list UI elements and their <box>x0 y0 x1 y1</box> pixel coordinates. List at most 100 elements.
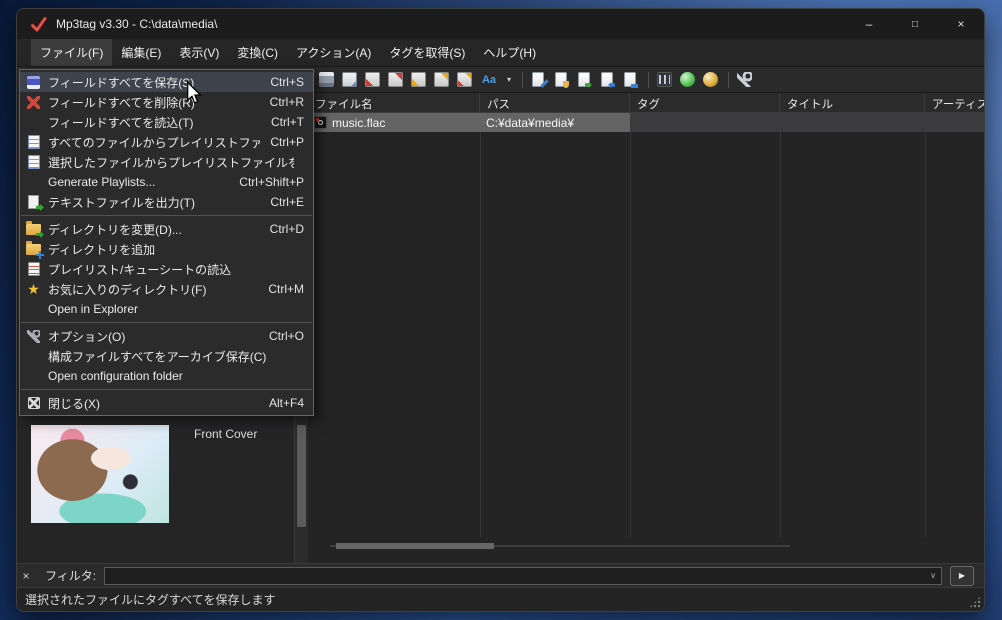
menu-separator <box>21 215 312 216</box>
menu-item-open-in-explorer[interactable]: Open in Explorer <box>20 299 313 319</box>
extended-tags-icon[interactable] <box>654 70 674 90</box>
menu-item-label: オプション(O) <box>48 329 126 344</box>
cell-tag <box>630 113 780 132</box>
menubar-view[interactable]: 表示(V) <box>170 39 228 66</box>
toolbar-separator <box>728 71 729 88</box>
printer-icon[interactable] <box>316 70 336 90</box>
menu-item-load-playlist-cuesheet[interactable]: プレイリスト/キューシートの読込 <box>20 259 313 279</box>
web-source-green-icon[interactable] <box>677 70 697 90</box>
tag-cut-icon[interactable] <box>362 70 382 90</box>
import-icon[interactable] <box>597 70 617 90</box>
menu-item-change-directory[interactable]: ディレクトリを変更(D)... Ctrl+D <box>20 219 313 239</box>
minimize-button[interactable]: – <box>846 9 892 39</box>
menu-item-create-playlist-all[interactable]: すべてのファイルからプレイリストファイルを作成 Ctrl+P <box>20 132 313 152</box>
resize-grip[interactable] <box>969 596 981 608</box>
menubar-edit[interactable]: 編集(E) <box>112 39 170 66</box>
options-key-icon[interactable] <box>734 70 754 90</box>
menu-item-read-all-fields[interactable]: フィールドすべてを読込(T) Ctrl+T <box>20 112 313 132</box>
menu-item-favorite-directories[interactable]: お気に入りのディレクトリ(F) Ctrl+M <box>20 279 313 299</box>
file-menu-popup: フィールドすべてを保存(S) Ctrl+S フィールドすべてを削除(R) Ctr… <box>19 69 314 416</box>
menu-item-label: 構成ファイルすべてをアーカイブ保存(C) <box>48 349 267 364</box>
mouse-cursor <box>187 81 202 104</box>
horizontal-scrollbar[interactable] <box>330 541 790 551</box>
columns-icon[interactable] <box>620 70 640 90</box>
tag-undo-icon[interactable] <box>431 70 451 90</box>
menu-item-options[interactable]: オプション(O) Ctrl+O <box>20 326 313 346</box>
playlist-icon <box>24 154 43 170</box>
title-bar[interactable]: Mp3tag v3.30 - C:\data\media\ – □ × <box>17 9 984 39</box>
filter-close-icon[interactable]: × <box>17 569 35 583</box>
menu-item-create-playlist-selected[interactable]: 選択したファイルからプレイリストファイルを作成 <box>20 152 313 172</box>
menu-item-shortcut: Ctrl+Shift+P <box>239 175 304 189</box>
column-header-artist[interactable]: アーティスト <box>925 93 984 112</box>
menu-item-shortcut: Ctrl+R <box>269 95 304 109</box>
menu-item-shortcut: Ctrl+T <box>271 115 304 129</box>
close-button[interactable]: × <box>938 9 984 39</box>
column-header-path[interactable]: パス <box>480 93 630 112</box>
maximize-button[interactable]: □ <box>892 9 938 39</box>
save-icon <box>24 74 43 90</box>
menu-item-label: ディレクトリを追加 <box>48 242 156 257</box>
web-source-gold-icon[interactable] <box>700 70 720 90</box>
export-icon[interactable] <box>574 70 594 90</box>
tag-panel-scrollbar-thumb[interactable] <box>297 425 306 527</box>
menu-bar: ファイル(F) 編集(E) 表示(V) 変換(C) アクション(A) タグを取得… <box>17 39 984 67</box>
filter-dropdown-chevron[interactable]: ∨ <box>925 571 941 580</box>
menu-item-shortcut: Ctrl+P <box>270 135 304 149</box>
cell-filename: music.flac <box>308 113 480 132</box>
filename-text: music.flac <box>332 115 386 130</box>
menu-item-generate-playlists[interactable]: Generate Playlists... Ctrl+Shift+P <box>20 172 313 192</box>
menubar-file[interactable]: ファイル(F) <box>31 39 113 66</box>
playlist-file-icon[interactable] <box>551 70 571 90</box>
star-icon <box>24 281 43 297</box>
album-art-image[interactable] <box>31 425 169 523</box>
menu-item-shortcut: Ctrl+S <box>270 75 304 89</box>
tag-paste-icon[interactable] <box>408 70 428 90</box>
desktop: Mp3tag v3.30 - C:\data\media\ – □ × ファイル… <box>0 0 1002 620</box>
menu-item-shortcut: Ctrl+D <box>269 222 304 236</box>
menu-item-shortcut: Ctrl+E <box>270 195 304 209</box>
case-dropdown-chevron[interactable]: ▾ <box>504 70 514 90</box>
print-preview-icon[interactable] <box>339 70 359 90</box>
menu-item-shortcut: Alt+F4 <box>268 396 304 410</box>
tag-copy-icon[interactable] <box>385 70 405 90</box>
menu-separator <box>21 322 312 323</box>
tag-redo-icon[interactable] <box>454 70 474 90</box>
blank-icon <box>24 368 43 384</box>
filter-apply-button[interactable]: ▶ <box>950 565 974 586</box>
filter-input[interactable] <box>105 567 925 584</box>
column-divider <box>480 113 481 537</box>
menubar-help[interactable]: ヘルプ(H) <box>474 39 545 66</box>
window-title: Mp3tag v3.30 - C:\data\media\ <box>56 17 218 31</box>
file-list-header: ファイル名 パス タグ タイトル アーティスト <box>308 93 984 113</box>
case-conversion-icon[interactable]: Aa <box>477 70 501 90</box>
menu-item-export-text-file[interactable]: テキストファイルを出力(T) Ctrl+E <box>20 192 313 212</box>
menu-item-label: Generate Playlists... <box>48 175 156 189</box>
menu-item-label: フィールドすべてを読込(T) <box>48 115 194 130</box>
column-header-title[interactable]: タイトル <box>780 93 925 112</box>
menu-item-close[interactable]: 閉じる(X) Alt+F4 <box>20 393 313 413</box>
file-row[interactable]: music.flac C:¥data¥media¥ <box>308 113 984 132</box>
menu-item-open-configuration-folder[interactable]: Open configuration folder <box>20 366 313 386</box>
filter-combobox: ∨ <box>104 566 942 585</box>
playlist-load-icon <box>24 261 43 277</box>
menu-item-remove-all-fields[interactable]: フィールドすべてを削除(R) Ctrl+R <box>20 92 313 112</box>
menubar-tag-sources[interactable]: タグを取得(S) <box>380 39 474 66</box>
column-header-filename[interactable]: ファイル名 <box>308 93 480 112</box>
menu-item-archive-configuration[interactable]: 構成ファイルすべてをアーカイブ保存(C) <box>20 346 313 366</box>
horizontal-scrollbar-thumb[interactable] <box>336 543 494 549</box>
text-edit-icon[interactable] <box>528 70 548 90</box>
menu-item-save-all-fields[interactable]: フィールドすべてを保存(S) Ctrl+S <box>20 72 313 92</box>
menu-item-label: すべてのファイルからプレイリストファイルを作成 <box>48 135 260 150</box>
blank-icon <box>24 348 43 364</box>
mp3tag-logo-icon[interactable] <box>30 16 47 33</box>
toolbar-separator <box>648 71 649 88</box>
menu-item-label: プレイリスト/キューシートの読込 <box>48 262 232 277</box>
folder-change-icon <box>24 221 43 237</box>
blank-icon <box>24 174 43 190</box>
toolbar-separator <box>522 71 523 88</box>
menubar-convert[interactable]: 変換(C) <box>228 39 287 66</box>
menubar-actions[interactable]: アクション(A) <box>287 39 380 66</box>
column-header-tag[interactable]: タグ <box>630 93 780 112</box>
menu-item-add-directory[interactable]: ディレクトリを追加 <box>20 239 313 259</box>
